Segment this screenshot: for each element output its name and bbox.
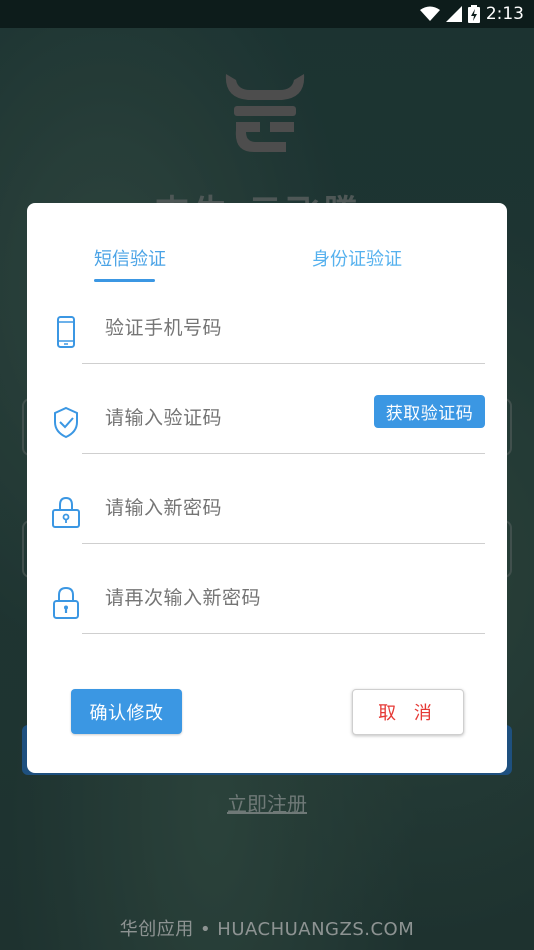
battery-icon [467, 5, 480, 23]
confirm-password-underline [82, 633, 485, 634]
confirm-password-row [27, 571, 507, 661]
confirm-change-button[interactable]: 确认修改 [71, 689, 182, 734]
new-password-input[interactable] [105, 497, 365, 519]
cancel-button[interactable]: 取 消 [352, 689, 464, 735]
confirm-password-input[interactable] [105, 587, 365, 609]
shield-check-icon [54, 406, 78, 439]
get-code-button[interactable]: 获取验证码 [374, 395, 485, 428]
new-password-underline [82, 543, 485, 544]
active-tab-indicator [94, 279, 155, 282]
lock-open-icon [52, 496, 80, 528]
code-underline [82, 453, 485, 454]
phone-row [27, 301, 507, 391]
lock-icon [53, 586, 79, 619]
reset-password-dialog: 短信验证 身份证验证 获取验证码 [27, 203, 507, 773]
wifi-icon [419, 6, 440, 21]
tab-id-verification[interactable]: 身份证验证 [312, 245, 402, 271]
status-time: 2:13 [485, 4, 524, 24]
phone-icon [57, 316, 75, 348]
cell-signal-icon [445, 6, 462, 22]
phone-input[interactable] [105, 317, 365, 339]
status-bar: 2:13 [0, 0, 534, 28]
code-row: 获取验证码 [27, 391, 507, 481]
phone-underline [82, 363, 485, 364]
new-password-row [27, 481, 507, 571]
tab-sms-verification[interactable]: 短信验证 [94, 245, 166, 271]
verification-code-input[interactable] [105, 407, 365, 429]
